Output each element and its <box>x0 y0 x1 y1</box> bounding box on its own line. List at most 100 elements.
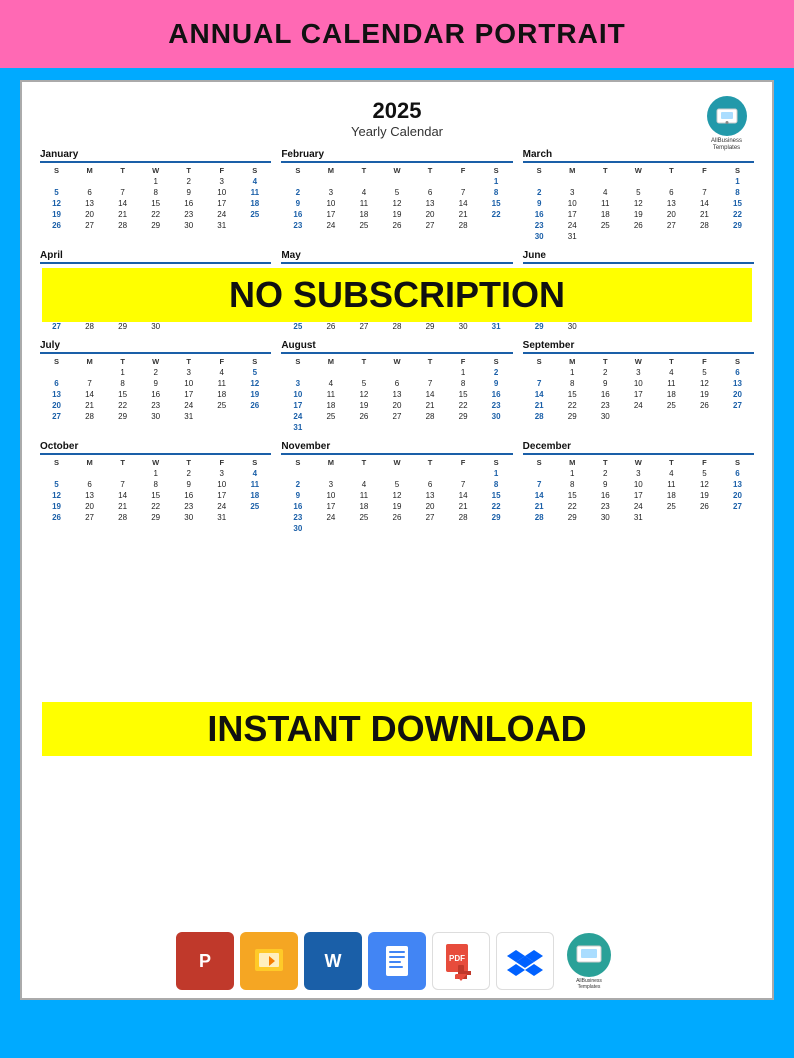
calendar-day: 8 <box>447 378 480 389</box>
calendar-day: 27 <box>347 321 380 332</box>
no-subscription-text: NO SUBSCRIPTION <box>54 274 740 316</box>
day-header: M <box>73 356 106 367</box>
calendar-day: 5 <box>688 468 721 479</box>
calendar-day: 23 <box>589 400 622 411</box>
calendar-day: 13 <box>721 378 754 389</box>
day-header: F <box>688 356 721 367</box>
calendar-day: 8 <box>721 187 754 198</box>
calendar-day: 29 <box>480 512 513 523</box>
calendar-day: 7 <box>523 378 556 389</box>
calendar-day: 30 <box>480 411 513 422</box>
calendar-day: 27 <box>380 411 413 422</box>
day-header: T <box>655 457 688 468</box>
calendar-day: 4 <box>238 176 271 187</box>
calendar-day: 29 <box>106 411 139 422</box>
calendar-day: 17 <box>556 209 589 220</box>
month-november: NovemberSMTWTFS1234567891011121314151617… <box>281 441 512 534</box>
calendar-day: 26 <box>380 220 413 231</box>
calendar-day: 26 <box>347 411 380 422</box>
calendar-day: 29 <box>556 512 589 523</box>
calendar-day: 28 <box>106 512 139 523</box>
day-header: S <box>523 356 556 367</box>
day-header: T <box>655 165 688 176</box>
calendar-day <box>238 512 271 523</box>
calendar-day <box>281 367 314 378</box>
calendar-day: 20 <box>414 209 447 220</box>
calendar-day: 17 <box>314 209 347 220</box>
calendar-day <box>238 411 271 422</box>
day-header: S <box>281 356 314 367</box>
page-title: ANNUAL CALENDAR PORTRAIT <box>10 18 784 50</box>
day-header: W <box>622 457 655 468</box>
calendar-day: 8 <box>139 187 172 198</box>
calendar-day: 3 <box>622 367 655 378</box>
calendar-day <box>447 468 480 479</box>
calendar-day: 5 <box>40 187 73 198</box>
calendar-day: 16 <box>281 501 314 512</box>
calendar-day: 31 <box>480 321 513 332</box>
calendar-day <box>40 468 73 479</box>
calendar-day: 17 <box>622 490 655 501</box>
day-header: W <box>139 457 172 468</box>
calendar-day: 14 <box>106 198 139 209</box>
month-name: November <box>281 441 512 455</box>
calendar-day: 21 <box>523 501 556 512</box>
calendar-day <box>414 468 447 479</box>
calendar-day: 22 <box>106 400 139 411</box>
calendar-day: 25 <box>281 321 314 332</box>
calendar-day: 8 <box>139 479 172 490</box>
day-header: W <box>139 165 172 176</box>
calendar-day <box>447 422 480 433</box>
calendar-day: 29 <box>139 512 172 523</box>
calendar-day: 4 <box>205 367 238 378</box>
calendar-day: 23 <box>172 501 205 512</box>
calendar-day <box>347 176 380 187</box>
day-header: T <box>589 165 622 176</box>
calendar-day: 24 <box>314 512 347 523</box>
day-header: T <box>414 165 447 176</box>
day-header: S <box>281 165 314 176</box>
calendar-day: 17 <box>314 501 347 512</box>
month-name: October <box>40 441 271 455</box>
month-october: OctoberSMTWTFS12345678910111213141516171… <box>40 441 271 534</box>
calendar-day: 13 <box>414 490 447 501</box>
calendar-day: 26 <box>238 400 271 411</box>
calendar-day: 9 <box>172 187 205 198</box>
calendar-day <box>73 367 106 378</box>
calendar-day <box>347 468 380 479</box>
calendar-day <box>314 468 347 479</box>
powerpoint-icon: P <box>176 932 234 990</box>
calendar-day: 12 <box>40 198 73 209</box>
calendar-day: 29 <box>414 321 447 332</box>
word-icon: W <box>304 932 362 990</box>
calendar-day: 9 <box>281 198 314 209</box>
calendar-day <box>622 411 655 422</box>
calendar-day: 31 <box>205 512 238 523</box>
calendar-day: 6 <box>655 187 688 198</box>
calendar-day: 3 <box>556 187 589 198</box>
svg-text:P: P <box>199 951 211 971</box>
calendar-day: 9 <box>589 378 622 389</box>
calendar-day: 15 <box>106 389 139 400</box>
calendar-day: 22 <box>721 209 754 220</box>
calendar-day: 16 <box>172 198 205 209</box>
day-header: F <box>447 457 480 468</box>
day-header: F <box>205 356 238 367</box>
calendar-day: 18 <box>314 400 347 411</box>
calendar-day: 11 <box>205 378 238 389</box>
calendar-day: 26 <box>40 512 73 523</box>
calendar-day: 19 <box>380 501 413 512</box>
calendar-day <box>480 523 513 534</box>
day-header: T <box>172 356 205 367</box>
calendar-day: 2 <box>172 468 205 479</box>
calendar-day <box>721 512 754 523</box>
day-header: S <box>523 457 556 468</box>
calendar-day: 15 <box>480 490 513 501</box>
day-header: T <box>106 457 139 468</box>
calendar-day <box>205 411 238 422</box>
calendar-day: 21 <box>523 400 556 411</box>
calendar-day <box>414 367 447 378</box>
calendar-day: 15 <box>139 198 172 209</box>
calendar-day: 20 <box>721 490 754 501</box>
calendar-day: 29 <box>139 220 172 231</box>
